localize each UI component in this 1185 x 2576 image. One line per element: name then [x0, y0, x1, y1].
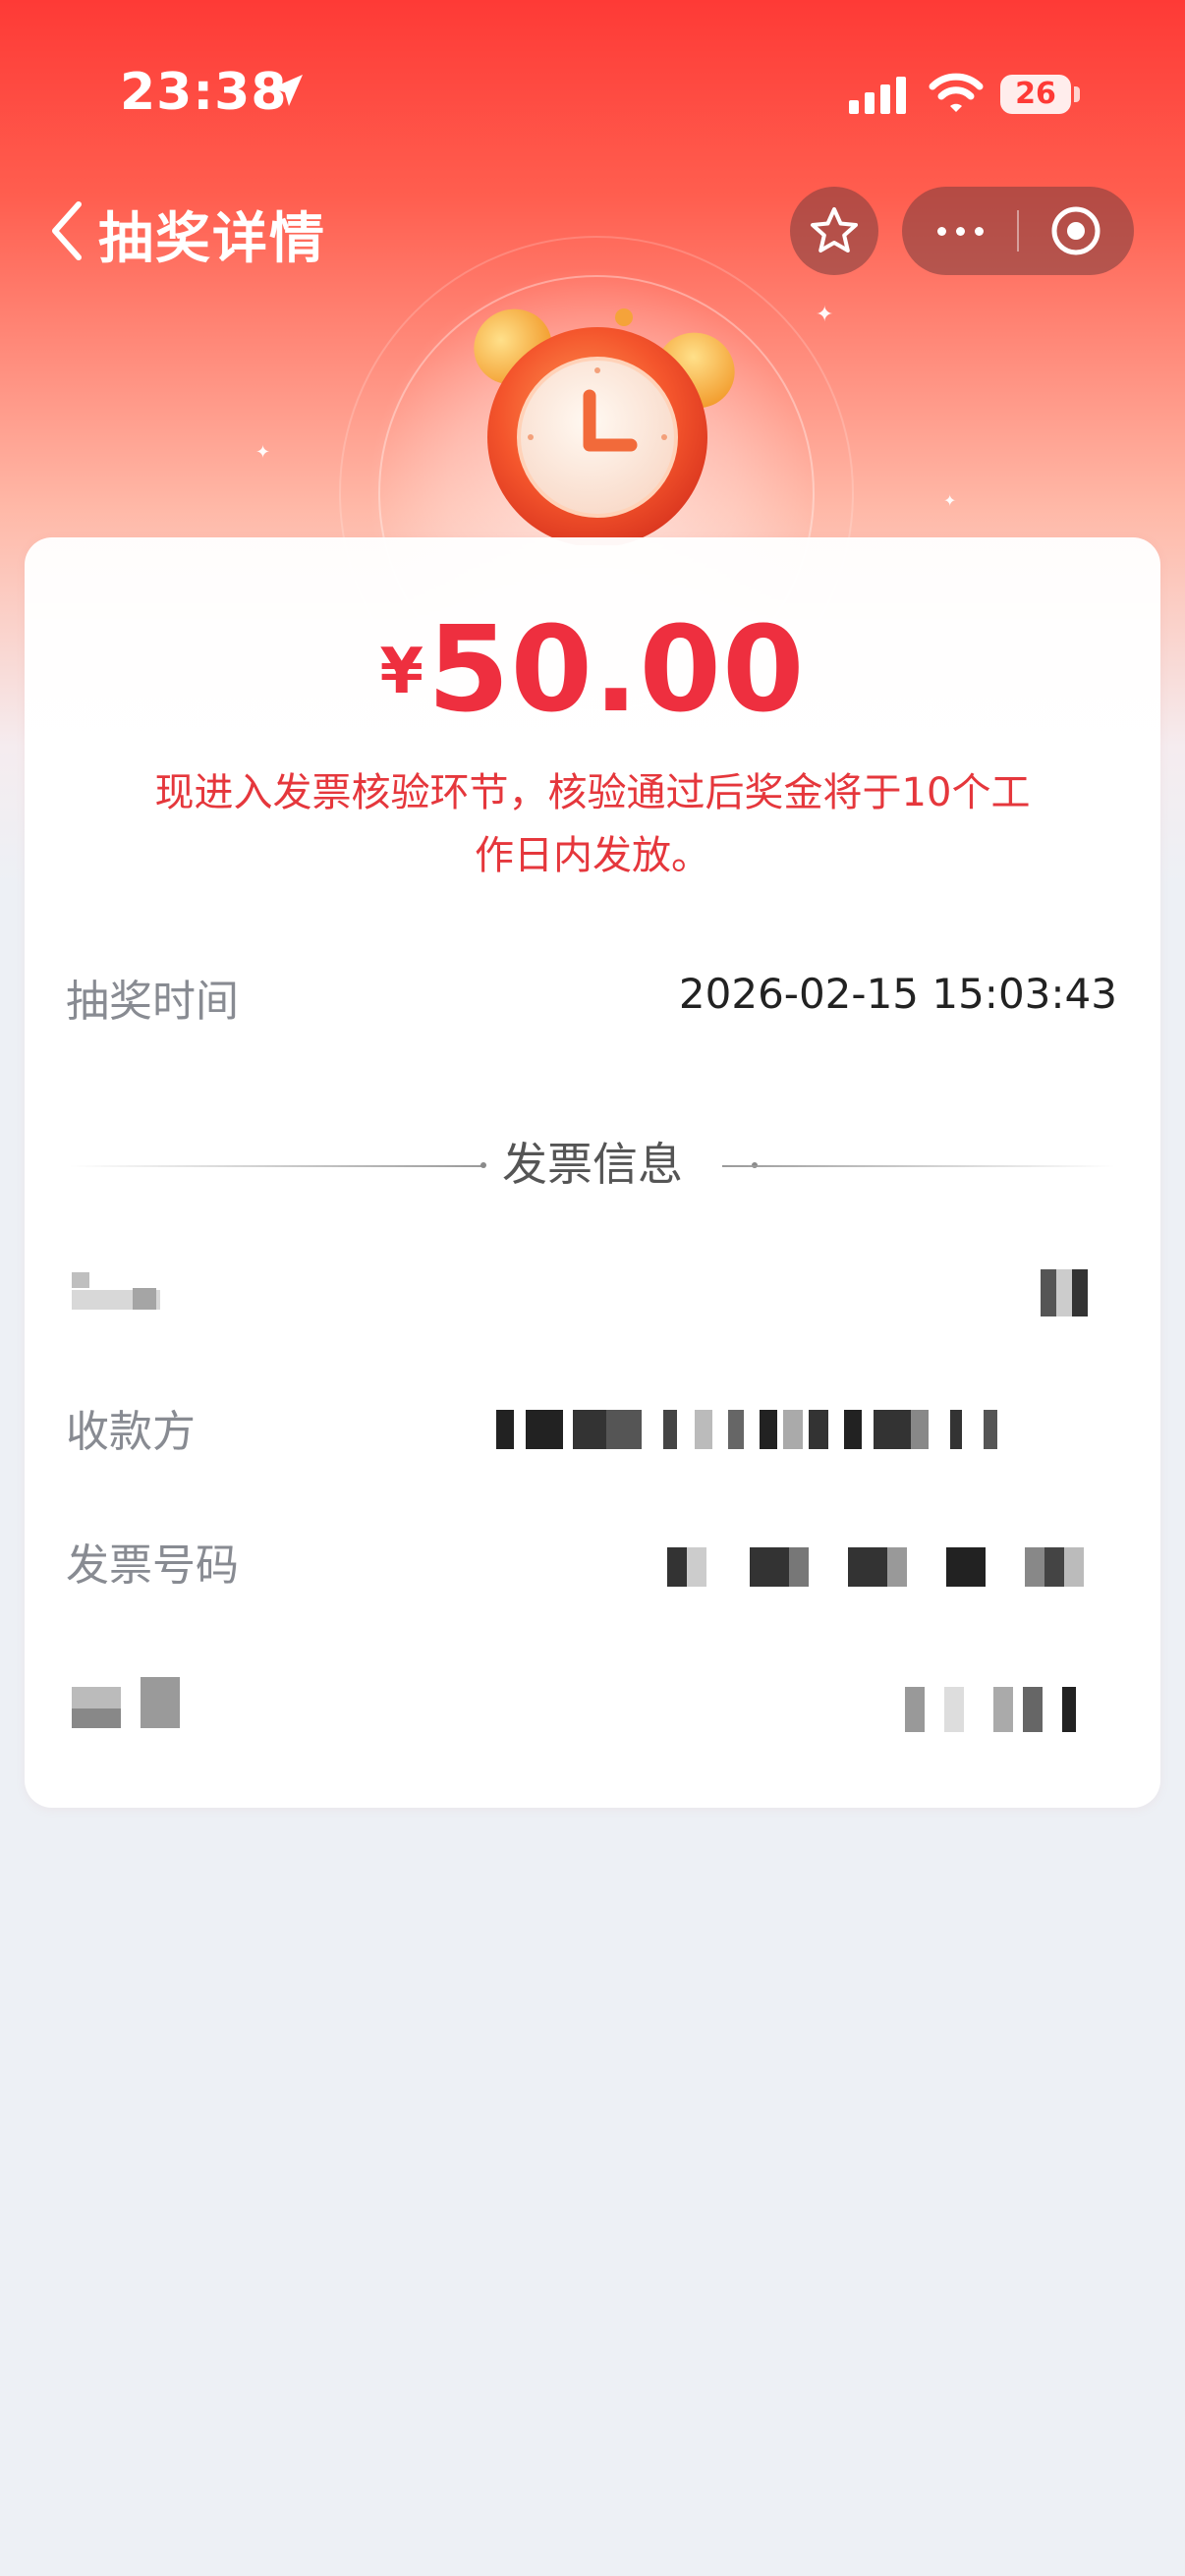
- verification-notice: 现进入发票核验环节，核验通过后奖金将于10个工作日内发放。: [154, 770, 1031, 878]
- battery-icon: 26: [1000, 75, 1071, 114]
- invoice-section-header: 发票信息: [70, 1125, 1115, 1204]
- page-title: 抽奖详情: [98, 207, 326, 271]
- favorite-button[interactable]: [790, 187, 878, 275]
- star-icon: [811, 207, 858, 252]
- sparkle-icon: ✦: [255, 442, 271, 463]
- alarm-clock-illustration: [474, 308, 735, 545]
- location-arrow-icon: [271, 75, 303, 106]
- payee-value-redacted: [471, 1410, 1109, 1449]
- sparkle-icon: ✦: [943, 491, 957, 510]
- close-target-icon: [1051, 206, 1100, 255]
- signal-icon: [849, 77, 908, 114]
- invoice-number-label: 发票号码: [66, 1540, 239, 1591]
- close-button[interactable]: [1018, 187, 1134, 275]
- battery-nub: [1074, 86, 1080, 102]
- mini-program-capsule: [902, 187, 1134, 275]
- draw-time-value: 2026-02-15 15:03:43: [678, 970, 1117, 1018]
- prize-card: ¥50.00 现进入发票核验环节，核验通过后奖金将于10个工作日内发放。 抽奖时…: [25, 537, 1160, 1808]
- draw-time-label: 抽奖时间: [66, 977, 239, 1027]
- status-time: 23:38: [120, 63, 288, 122]
- wifi-icon: [929, 73, 984, 112]
- invoice-date-value-redacted: [905, 1687, 1121, 1732]
- back-chevron-icon[interactable]: [47, 196, 86, 265]
- more-dots-icon: [936, 226, 946, 236]
- invoice-date-label-redacted: [72, 1677, 209, 1732]
- currency-symbol: ¥: [379, 636, 423, 708]
- invoice-row-label-redacted: [52, 1272, 160, 1312]
- divider-line: [722, 1165, 1115, 1167]
- prize-amount: ¥50.00: [25, 602, 1160, 739]
- invoice-row-value-redacted: [1041, 1269, 1090, 1316]
- invoice-section-title: 发票信息: [502, 1138, 683, 1191]
- amount-value: 50.00: [426, 602, 806, 739]
- invoice-number-value-redacted: [667, 1547, 1109, 1587]
- more-button[interactable]: [902, 187, 1018, 275]
- payee-label: 收款方: [66, 1407, 196, 1457]
- sparkle-icon: ✦: [816, 303, 834, 327]
